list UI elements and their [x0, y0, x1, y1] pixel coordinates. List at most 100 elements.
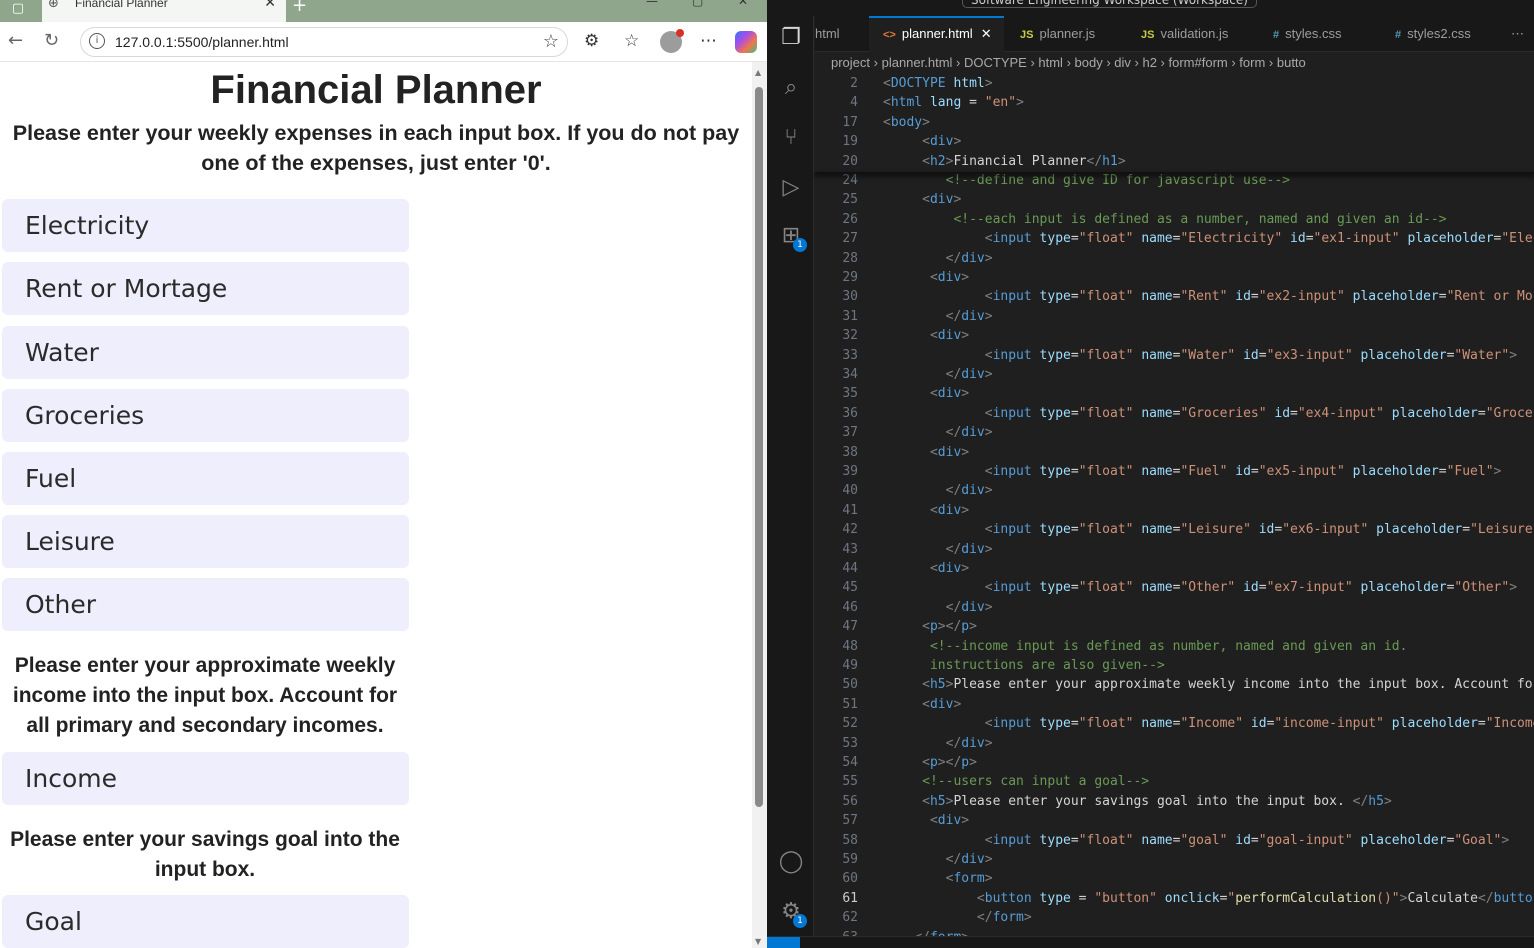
maximize-icon[interactable]: ▢: [692, 0, 703, 8]
account-icon[interactable]: ◯: [777, 848, 805, 876]
code-editor[interactable]: 2 <DOCTYPE html> 4 <html lang = "en"> 17 <bod…: [815, 74, 1534, 945]
page-scrollbar[interactable]: ▲ ▼: [752, 62, 767, 948]
code-line[interactable]: 48 <!--income input is defined as number…: [815, 637, 1534, 656]
code-line[interactable]: 60 <form>: [815, 869, 1534, 888]
code-line[interactable]: 36 <input type="float" name="Groceries" …: [815, 404, 1534, 423]
code-line[interactable]: 25 <div>: [815, 190, 1534, 209]
breadcrumb-item[interactable]: project: [831, 55, 870, 70]
more-menu-icon[interactable]: ⋯: [700, 31, 717, 51]
extensions-icon[interactable]: ⊞ 1: [777, 222, 807, 252]
breadcrumb-item[interactable]: div: [1114, 55, 1131, 70]
run-debug-icon[interactable]: ▷: [777, 174, 805, 202]
copilot-icon[interactable]: [735, 31, 757, 53]
leisure-field[interactable]: [2, 515, 409, 568]
code-line[interactable]: 27 <input type="float" name="Electricity…: [815, 229, 1534, 248]
site-info-icon[interactable]: i: [89, 33, 105, 49]
water-input[interactable]: [2, 326, 409, 379]
extensions-icon[interactable]: ⚙: [584, 31, 599, 51]
fuel-field[interactable]: [2, 452, 409, 505]
goal-input[interactable]: [2, 895, 409, 948]
code-line[interactable]: 61 <button type = "button" onclick="perf…: [815, 889, 1534, 908]
tab-validation-js[interactable]: JS validation.js: [1141, 16, 1228, 52]
groceries-input[interactable]: [2, 389, 409, 442]
scrollbar-thumb[interactable]: [755, 87, 763, 807]
code-line[interactable]: 37 </div>: [815, 423, 1534, 442]
groceries-field[interactable]: [2, 389, 409, 442]
code-line[interactable]: 46 </div>: [815, 598, 1534, 617]
browser-tab-active[interactable]: ⊕ Financial Planner ✕: [42, 0, 286, 22]
profile-avatar[interactable]: [660, 29, 684, 53]
code-line[interactable]: 49 instructions are also given-->: [815, 656, 1534, 675]
tab-planner-html[interactable]: <> planner.html ✕: [869, 16, 1004, 52]
code-line[interactable]: 30 <input type="float" name="Rent" id="e…: [815, 287, 1534, 306]
code-line[interactable]: 17 <body>: [815, 113, 1534, 132]
leisure-input[interactable]: [2, 515, 409, 568]
back-icon[interactable]: ←: [8, 30, 23, 51]
scroll-down-icon[interactable]: ▼: [755, 937, 761, 946]
code-line[interactable]: 59 </div>: [815, 850, 1534, 869]
breadcrumb-item[interactable]: planner.html: [882, 55, 953, 70]
rent-field[interactable]: [2, 262, 409, 315]
fuel-input[interactable]: [2, 452, 409, 505]
scroll-up-icon[interactable]: ▲: [755, 68, 761, 77]
electricity-input[interactable]: [2, 199, 409, 252]
window-close-icon[interactable]: ✕: [738, 0, 748, 8]
code-line[interactable]: 56 <h5>Please enter your savings goal in…: [815, 792, 1534, 811]
code-line[interactable]: 51 <div>: [815, 695, 1534, 714]
command-center[interactable]: Software Engineering Workspace (Workspac…: [962, 0, 1257, 8]
code-line[interactable]: 41 <div>: [815, 501, 1534, 520]
breadcrumb-item[interactable]: form#form: [1169, 55, 1228, 70]
code-line[interactable]: 26 <!--each input is defined as a number…: [815, 210, 1534, 229]
settings-gear-icon[interactable]: ⚙ 1: [777, 898, 807, 928]
code-line[interactable]: 40 </div>: [815, 481, 1534, 500]
code-line[interactable]: 58 <input type="float" name="goal" id="g…: [815, 831, 1534, 850]
breadcrumb-item[interactable]: DOCTYPE: [964, 55, 1027, 70]
source-control-icon[interactable]: ⑂: [777, 124, 805, 152]
code-line[interactable]: 57 <div>: [815, 811, 1534, 830]
tab-planner-js[interactable]: JS planner.js: [1020, 16, 1095, 52]
explorer-icon[interactable]: ❐: [777, 24, 805, 52]
code-line[interactable]: 43 </div>: [815, 540, 1534, 559]
code-line[interactable]: 47 <p></p>: [815, 617, 1534, 636]
remote-indicator[interactable]: [767, 937, 800, 948]
other-field[interactable]: [2, 578, 409, 631]
tab-styles2-css[interactable]: # styles2.css: [1395, 16, 1471, 52]
code-line[interactable]: 62 </form>: [815, 908, 1534, 927]
refresh-icon[interactable]: ↻: [44, 30, 59, 51]
code-line[interactable]: 28 </div>: [815, 249, 1534, 268]
code-line[interactable]: 29 <div>: [815, 268, 1534, 287]
code-line[interactable]: 4 <html lang = "en">: [815, 93, 1534, 112]
rent-input[interactable]: [2, 262, 409, 315]
new-tab-icon[interactable]: +: [292, 0, 307, 16]
tab-html[interactable]: html: [815, 16, 840, 52]
search-icon[interactable]: ⌕: [777, 74, 805, 102]
water-field[interactable]: [2, 326, 409, 379]
code-line[interactable]: 54 <p></p>: [815, 753, 1534, 772]
income-field[interactable]: [2, 752, 409, 805]
favorites-icon[interactable]: ☆: [624, 31, 639, 51]
code-line[interactable]: 2 <DOCTYPE html>: [815, 74, 1534, 93]
tab-overflow-icon[interactable]: ⋯: [1511, 16, 1524, 52]
code-line[interactable]: 39 <input type="float" name="Fuel" id="e…: [815, 462, 1534, 481]
code-line[interactable]: 35 <div>: [815, 384, 1534, 403]
favorite-star-icon[interactable]: ☆: [543, 31, 559, 52]
electricity-field[interactable]: [2, 199, 409, 252]
code-line[interactable]: 55 <!--users can input a goal-->: [815, 772, 1534, 791]
code-line[interactable]: 53 </div>: [815, 734, 1534, 753]
other-input[interactable]: [2, 578, 409, 631]
breadcrumb-item[interactable]: butto: [1277, 55, 1306, 70]
code-line[interactable]: 44 <div>: [815, 559, 1534, 578]
minimize-icon[interactable]: —: [646, 0, 658, 8]
breadcrumb-item[interactable]: h2: [1142, 55, 1156, 70]
code-line[interactable]: 32 <div>: [815, 326, 1534, 345]
code-line[interactable]: 19 <div>: [815, 132, 1534, 151]
close-tab-icon[interactable]: ✕: [264, 0, 276, 11]
code-line[interactable]: 45 <input type="float" name="Other" id="…: [815, 578, 1534, 597]
income-input[interactable]: [2, 752, 409, 805]
address-bar[interactable]: i 127.0.0.1:5500/planner.html ☆: [80, 27, 568, 57]
code-line[interactable]: 38 <div>: [815, 443, 1534, 462]
goal-field[interactable]: [2, 895, 409, 948]
close-tab-icon[interactable]: ✕: [981, 26, 992, 41]
code-line[interactable]: 52 <input type="float" name="Income" id=…: [815, 714, 1534, 733]
code-line[interactable]: 34 </div>: [815, 365, 1534, 384]
